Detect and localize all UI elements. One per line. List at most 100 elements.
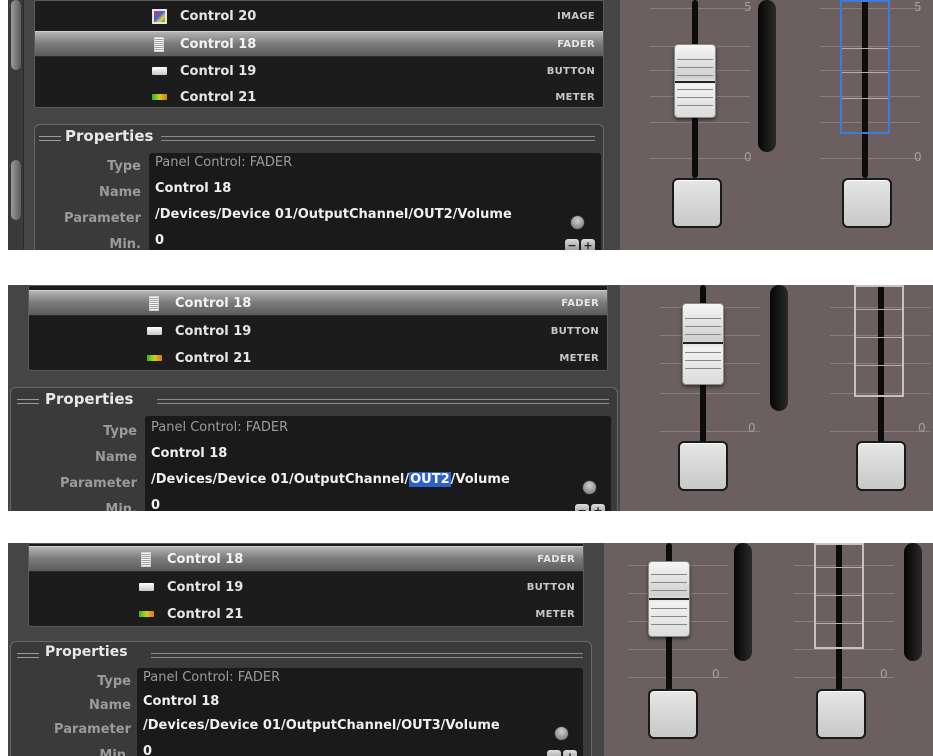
grip-icon: [39, 136, 61, 141]
control-type: METER: [535, 608, 575, 620]
list-item[interactable]: Control 19 BUTTON: [29, 574, 583, 600]
name-value[interactable]: Control 18: [151, 446, 227, 461]
min-value[interactable]: 0: [155, 233, 164, 248]
property-row-name[interactable]: Control 18: [137, 694, 583, 718]
panel-button[interactable]: [648, 689, 698, 739]
fader-icon: [149, 295, 159, 311]
fader-canvas: 5 0 5 0: [620, 0, 933, 250]
button-icon: [152, 67, 167, 75]
fader-canvas: 0 0: [620, 285, 933, 511]
name-label: Name: [88, 698, 131, 713]
property-row-min[interactable]: 0 −+: [137, 744, 583, 756]
parameter-value[interactable]: /Devices/Device 01/OutputChannel/OUT2/Vo…: [151, 472, 510, 487]
tick-label: 5: [744, 0, 752, 14]
list-item[interactable]: Control 21 METER: [35, 84, 603, 107]
control-type: FADER: [557, 38, 595, 50]
list-item[interactable]: Control 19 BUTTON: [29, 318, 607, 344]
parameter-label: Parameter: [54, 722, 131, 737]
property-row-parameter[interactable]: /Devices/Device 01/OutputChannel/OUT2/Vo…: [149, 207, 601, 231]
list-item[interactable]: Control 19 BUTTON: [35, 58, 603, 84]
min-value[interactable]: 0: [143, 744, 152, 756]
panel-button[interactable]: [856, 441, 906, 491]
min-label: Min.: [99, 748, 131, 756]
plus-button[interactable]: +: [563, 750, 577, 756]
property-row-min[interactable]: 0 −+: [145, 498, 611, 511]
fader-knob[interactable]: [674, 44, 716, 118]
list-item-selected[interactable]: Control 18 FADER: [29, 546, 583, 572]
screenshot-panel-1: Control 20 IMAGE Control 18 FADER Contro…: [8, 0, 933, 250]
list-item[interactable]: Control 21 METER: [29, 601, 583, 626]
property-row-min[interactable]: 0 −+: [149, 233, 601, 250]
parameter-browse-button[interactable]: [570, 215, 585, 230]
minus-button[interactable]: −: [575, 504, 589, 511]
inspector-pane: Control 18 FADER Control 19 BUTTON Contr…: [8, 285, 620, 511]
list-item-selected[interactable]: Control 18 FADER: [29, 290, 607, 316]
parameter-value[interactable]: /Devices/Device 01/OutputChannel/OUT2/Vo…: [155, 207, 512, 222]
property-row-parameter[interactable]: /Devices/Device 01/OutputChannel/OUT2/Vo…: [145, 472, 611, 496]
button-icon: [147, 327, 162, 335]
grip-icon: [17, 653, 39, 658]
button-icon: [139, 583, 154, 591]
text-selection[interactable]: OUT2: [409, 472, 451, 487]
properties-table: Panel Control: FADER Control 18 /Devices…: [145, 416, 611, 511]
inspector-pane: Control 18 FADER Control 19 BUTTON Contr…: [8, 543, 604, 756]
name-label: Name: [94, 450, 137, 465]
fader-knob[interactable]: [682, 303, 724, 385]
fader-knob-outline[interactable]: [814, 543, 864, 649]
control-type: IMAGE: [557, 10, 595, 22]
control-list: Control 20 IMAGE Control 18 FADER Contro…: [34, 0, 604, 108]
property-row-parameter[interactable]: /Devices/Device 01/OutputChannel/OUT3/Vo…: [137, 718, 583, 742]
fader-knob[interactable]: [648, 561, 690, 637]
image-icon: [152, 8, 167, 24]
parameter-browse-button[interactable]: [582, 480, 597, 495]
control-name: Control 20: [180, 8, 257, 24]
panel-button[interactable]: [842, 178, 892, 228]
control-name: Control 21: [167, 606, 244, 622]
type-value: Panel Control: FADER: [143, 670, 281, 685]
control-list: Control 18 FADER Control 19 BUTTON Contr…: [28, 543, 584, 627]
minus-button[interactable]: −: [547, 750, 561, 756]
control-name: Control 19: [167, 579, 244, 595]
tick-label: 0: [712, 667, 720, 681]
control-list: Control 18 FADER Control 19 BUTTON Contr…: [28, 285, 608, 371]
left-scrollbar[interactable]: [8, 0, 24, 250]
list-item[interactable]: Control 21 METER: [29, 345, 607, 370]
control-name: Control 18: [180, 36, 257, 52]
name-value[interactable]: Control 18: [143, 694, 219, 709]
property-row-name[interactable]: Control 18: [145, 446, 611, 470]
control-type: METER: [555, 91, 595, 103]
meter-slot: [770, 285, 788, 411]
fader-knob-outline[interactable]: [854, 285, 904, 397]
minus-button[interactable]: −: [565, 239, 579, 250]
parameter-label: Parameter: [60, 476, 137, 491]
control-name: Control 19: [175, 323, 252, 339]
panel-button[interactable]: [816, 689, 866, 739]
panel-button[interactable]: [672, 178, 722, 228]
min-value[interactable]: 0: [151, 498, 160, 511]
list-item[interactable]: Control 20 IMAGE: [35, 3, 603, 29]
name-label: Name: [98, 185, 141, 200]
screenshot-panel-2: Control 18 FADER Control 19 BUTTON Contr…: [8, 285, 933, 511]
meter-slot: [758, 0, 776, 152]
properties-panel: Properties Panel Control: FADER Control …: [10, 387, 618, 511]
type-label: Type: [103, 424, 137, 439]
name-value[interactable]: Control 18: [155, 181, 231, 196]
min-stepper[interactable]: −+: [547, 750, 577, 756]
min-stepper[interactable]: −+: [575, 504, 605, 511]
property-row-name[interactable]: Control 18: [149, 181, 601, 205]
control-type: BUTTON: [546, 65, 595, 77]
parameter-browse-button[interactable]: [554, 726, 569, 741]
fader-icon: [154, 36, 164, 52]
type-label: Type: [107, 159, 141, 174]
min-label: Min.: [109, 237, 141, 250]
plus-button[interactable]: +: [581, 239, 595, 250]
fader-knob-selected[interactable]: [840, 0, 890, 134]
parameter-value[interactable]: /Devices/Device 01/OutputChannel/OUT3/Vo…: [143, 718, 500, 733]
panel-button[interactable]: [678, 441, 728, 491]
min-stepper[interactable]: −+: [565, 239, 595, 250]
control-type: BUTTON: [550, 325, 599, 337]
list-item-selected[interactable]: Control 18 FADER: [35, 31, 603, 57]
properties-title: Properties: [45, 390, 134, 408]
tick-label: 0: [918, 421, 926, 435]
plus-button[interactable]: +: [591, 504, 605, 511]
